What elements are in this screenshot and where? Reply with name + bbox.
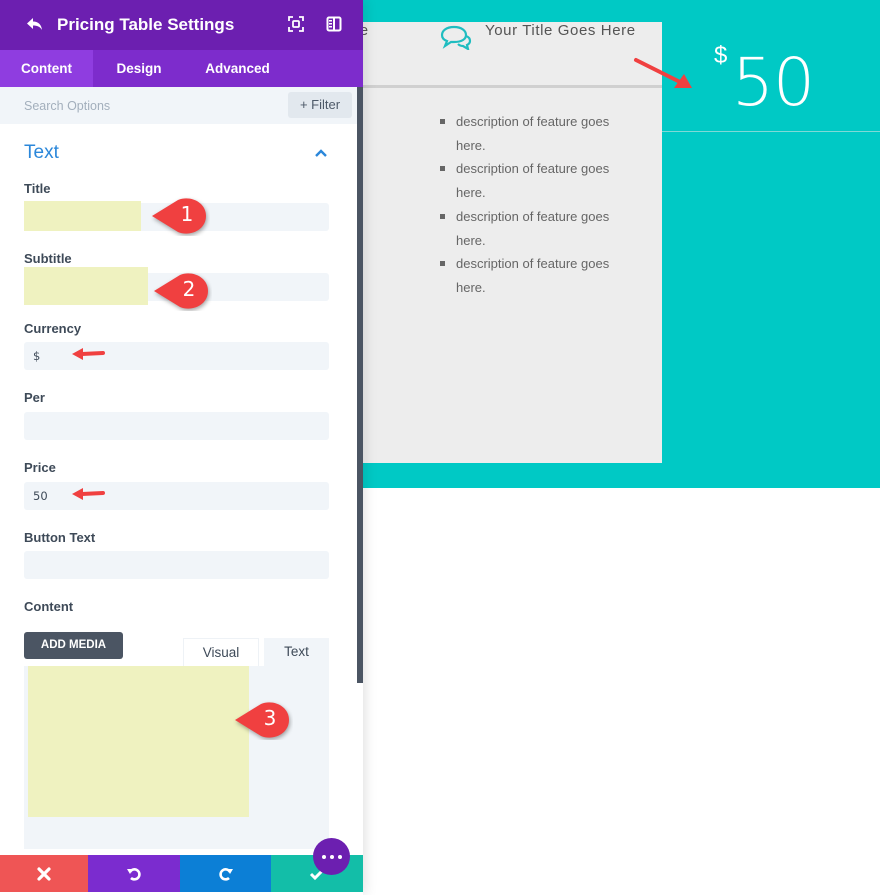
back-arrow-icon[interactable] bbox=[26, 15, 44, 33]
tab-advanced[interactable]: Advanced bbox=[185, 50, 290, 87]
close-icon bbox=[37, 866, 51, 881]
chevron-up-icon[interactable] bbox=[314, 148, 328, 158]
content-label: Content bbox=[24, 599, 74, 614]
annotation-arrow-icon bbox=[72, 488, 105, 500]
settings-panel: Pricing Table Settings Content Design Ad… bbox=[0, 0, 363, 895]
features-list: description of feature goes here. descri… bbox=[438, 110, 638, 300]
undo-button[interactable] bbox=[88, 855, 180, 892]
title-highlight bbox=[24, 201, 141, 231]
subtitle-highlight bbox=[24, 267, 148, 305]
button-text-label: Button Text bbox=[24, 530, 96, 545]
callout-number: 3 bbox=[263, 706, 277, 730]
callout-number: 2 bbox=[182, 277, 196, 301]
dot-icon bbox=[321, 854, 326, 859]
tab-content[interactable]: Content bbox=[0, 50, 93, 87]
editor-tab-text[interactable]: Text bbox=[264, 638, 329, 666]
per-input[interactable] bbox=[24, 412, 329, 440]
feature-item: description of feature goes here. bbox=[438, 110, 638, 157]
search-options-input[interactable] bbox=[0, 87, 280, 124]
currency-label: Currency bbox=[24, 321, 82, 336]
split-view-icon[interactable] bbox=[326, 16, 342, 32]
editor-tab-visual[interactable]: Visual bbox=[183, 638, 259, 666]
annotation-callout-1: 1 bbox=[150, 196, 210, 236]
feature-item: description of feature goes here. bbox=[438, 157, 638, 204]
feature-item: description of feature goes here. bbox=[438, 205, 638, 252]
redo-icon bbox=[218, 867, 233, 881]
panel-header: Pricing Table Settings bbox=[0, 0, 363, 50]
panel-scrollbar[interactable] bbox=[357, 87, 363, 683]
annotation-callout-2: 2 bbox=[152, 271, 212, 311]
title-label: Title bbox=[24, 181, 51, 196]
price-label: Price bbox=[24, 460, 56, 475]
content-highlight bbox=[28, 666, 249, 817]
per-label: Per bbox=[24, 390, 45, 405]
filter-button[interactable]: + Filter bbox=[288, 92, 352, 118]
dot-icon bbox=[329, 854, 334, 859]
annotation-arrow-icon bbox=[72, 348, 105, 360]
panel-tabs: Content Design Advanced bbox=[0, 50, 363, 87]
redo-button[interactable] bbox=[180, 855, 271, 892]
price-value: 50 bbox=[732, 44, 815, 121]
column-title: Your Title Goes Here bbox=[485, 22, 636, 39]
more-options-button[interactable] bbox=[313, 838, 350, 875]
annotation-arrow-icon bbox=[634, 58, 692, 88]
price-currency: $ bbox=[714, 42, 728, 69]
panel-footer bbox=[0, 855, 363, 892]
fullscreen-icon[interactable] bbox=[288, 16, 304, 32]
add-media-button[interactable]: ADD MEDIA bbox=[24, 632, 123, 659]
undo-icon bbox=[127, 867, 141, 881]
tab-design[interactable]: Design bbox=[93, 50, 185, 87]
subtitle-label: Subtitle bbox=[24, 251, 72, 266]
app-root: es Here Your Title Goes Here e goes e go… bbox=[0, 0, 880, 895]
discard-button[interactable] bbox=[0, 855, 88, 892]
button-text-input[interactable] bbox=[24, 551, 329, 579]
feature-item: description of feature goes here. bbox=[438, 252, 638, 299]
annotation-callout-3: 3 bbox=[233, 700, 293, 740]
dot-icon bbox=[337, 854, 342, 859]
section-title-text[interactable]: Text bbox=[24, 142, 59, 164]
panel-title: Pricing Table Settings bbox=[57, 15, 235, 34]
search-bar: + Filter bbox=[0, 87, 357, 124]
chat-bubbles-icon bbox=[440, 25, 472, 50]
callout-number: 1 bbox=[180, 202, 194, 226]
